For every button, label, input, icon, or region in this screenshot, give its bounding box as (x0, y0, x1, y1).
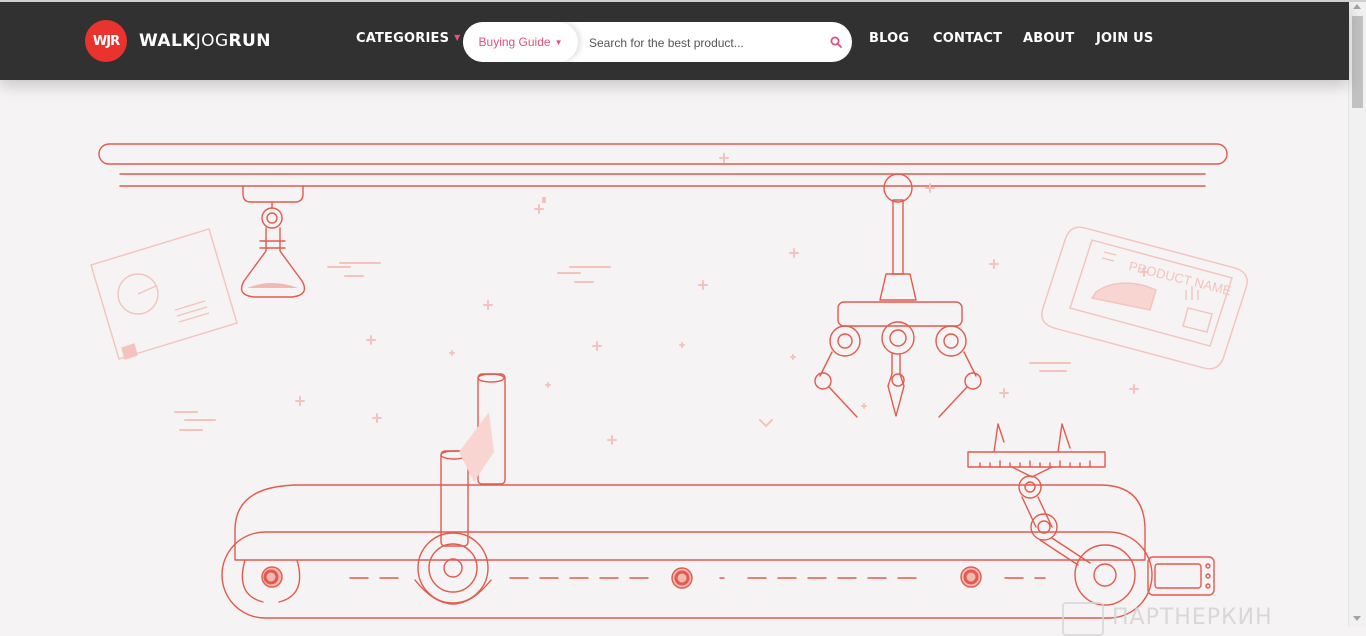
browser-top-edge (0, 0, 1366, 2)
nav-join-us[interactable]: JOIN US (1096, 31, 1153, 46)
logo-walk: WALK (139, 31, 196, 51)
logo-badge: WJR (85, 20, 127, 62)
conveyor-top (234, 484, 1146, 561)
robot-claw (814, 173, 982, 418)
site-logo[interactable]: WJR WALKJOGRUN (85, 20, 271, 62)
product-label-card (1041, 226, 1248, 370)
watermark-logo-icon (1062, 602, 1104, 636)
logo-wordmark: WALKJOGRUN (139, 31, 271, 51)
search-icon[interactable] (830, 36, 842, 48)
decorative-marks (174, 153, 1149, 445)
nav-about[interactable]: ABOUT (1023, 31, 1074, 46)
chart-card (90, 228, 238, 360)
watermark-text: ПАРТНЕРКИН (1112, 605, 1273, 630)
factory-illustration: PRODUCT NAME (90, 143, 1248, 619)
overhead-rail (98, 143, 1228, 165)
logo-run: RUN (228, 31, 271, 51)
logo-jog: JOG (195, 31, 229, 51)
nav-categories[interactable]: CATEGORIES ▼ (356, 31, 461, 46)
search-category-label: Buying Guide (478, 35, 551, 49)
scroll-down-arrow-icon[interactable] (1353, 616, 1361, 621)
site-header: WJR WALKJOGRUN CATEGORIES ▼ Buying Guide ▼… (0, 0, 1349, 80)
decorative-sparkles (539, 197, 546, 203)
scroll-up-arrow-icon[interactable] (1353, 4, 1361, 9)
nav-contact[interactable]: CONTACT (933, 31, 1002, 46)
scanner (414, 373, 506, 605)
search-category-select[interactable]: Buying Guide ▼ (463, 22, 578, 62)
flask-tool (240, 185, 306, 298)
page-scrollbar[interactable] (1348, 0, 1366, 627)
nav-categories-label: CATEGORIES (356, 31, 450, 46)
search-bar: Buying Guide ▼ (463, 22, 852, 62)
search-input[interactable] (587, 22, 821, 62)
hero-illustration: PRODUCT NAME ПАРТНЕРКИН (0, 80, 1349, 636)
caret-down-icon: ▼ (454, 33, 461, 42)
scroll-thumb[interactable] (1352, 16, 1363, 108)
caret-down-icon: ▼ (554, 37, 563, 47)
nav-blog[interactable]: BLOG (869, 31, 909, 46)
